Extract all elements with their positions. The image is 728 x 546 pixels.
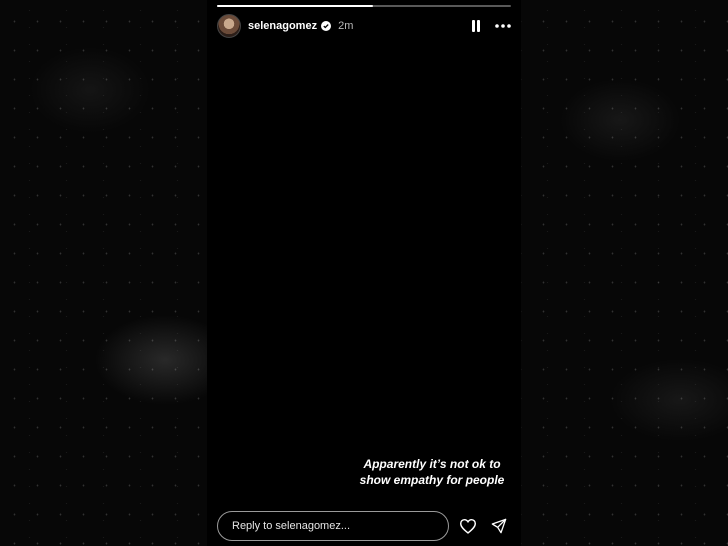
story-progress-bar [217,5,511,7]
story-footer [217,511,511,541]
story-progress-fill [217,5,373,7]
verified-badge-icon [321,21,332,31]
post-time: 2m [338,20,354,32]
story-viewer[interactable]: selenagomez 2m Apparently it’s not ok to… [207,0,521,546]
footer-actions [459,518,511,534]
heart-icon[interactable] [459,518,477,534]
story-header: selenagomez 2m [217,14,511,38]
story-caption: Apparently it’s not ok to show empathy f… [359,457,505,487]
avatar[interactable] [217,14,241,38]
more-icon[interactable] [495,24,511,28]
pause-icon[interactable] [471,20,481,32]
reply-input[interactable] [217,511,449,541]
send-icon[interactable] [491,518,507,534]
header-actions [471,20,511,32]
username[interactable]: selenagomez [248,20,317,32]
